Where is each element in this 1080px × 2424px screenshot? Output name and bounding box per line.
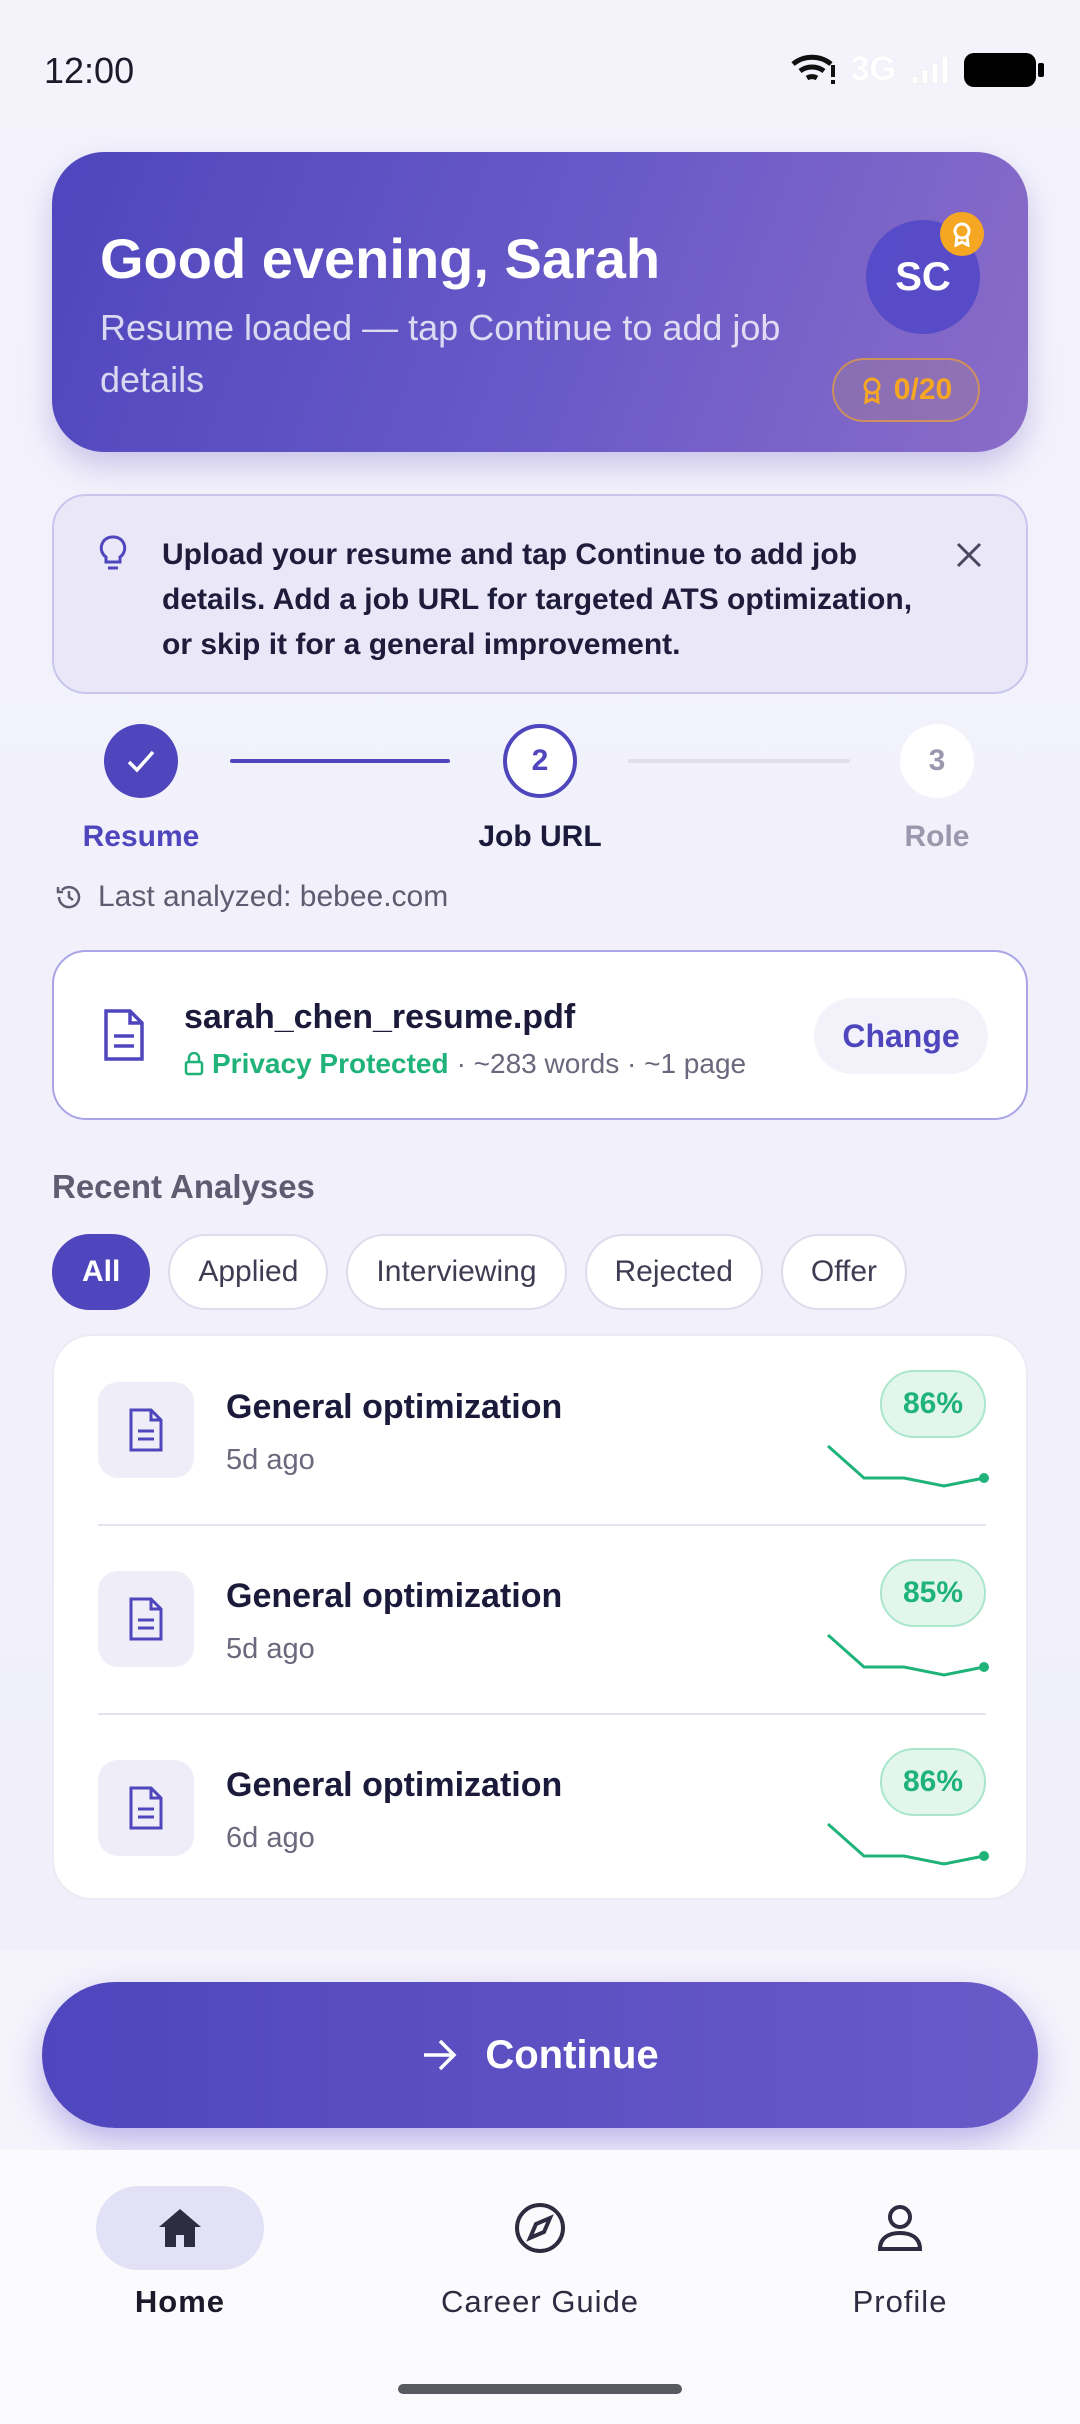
document-icon [104, 1009, 144, 1061]
lock-icon [184, 1052, 204, 1076]
history-icon [56, 885, 81, 909]
points-badge[interactable]: 0/20 [832, 358, 980, 422]
award-icon [863, 377, 881, 404]
privacy-label: Privacy Protected [212, 1048, 449, 1079]
recent-analyses-title: Recent Analyses [52, 1168, 315, 1205]
nav-label-career-guide: Career Guide [440, 2284, 640, 2319]
filter-chip-rejected[interactable]: Rejected [584, 1234, 763, 1310]
tip-banner: Upload your resume and tap Continue to a… [52, 494, 1028, 694]
document-icon [98, 1760, 194, 1856]
document-icon [98, 1571, 194, 1667]
compass-icon [456, 2186, 624, 2270]
home-screen: 12:00 3G Good evening, Sarah Resume load… [0, 0, 1080, 2424]
file-details: · ~283 words · ~1 page [456, 1048, 747, 1079]
step-role-upcoming[interactable]: 3 [900, 724, 974, 798]
person-icon [816, 2186, 984, 2270]
continue-button[interactable]: Continue [42, 1982, 1038, 2128]
progress-stepper: 2 3 Resume Job URL Role [0, 724, 1080, 864]
score-trend-sparkline [827, 1444, 989, 1488]
step-connector-pending [628, 759, 850, 763]
list-item[interactable]: General optimization 5d ago 86% [54, 1336, 1030, 1525]
nav-profile[interactable]: Profile [750, 2186, 1050, 2320]
tip-text: Upload your resume and tap Continue to a… [162, 538, 913, 661]
wifi-icon [791, 54, 835, 84]
score-badge: 86% [880, 1748, 986, 1816]
last-analyzed-text: Last analyzed: bebee.com [98, 880, 449, 913]
step-label-resume: Resume [82, 820, 200, 853]
resume-file-card: sarah_chen_resume.pdf Privacy Protected … [52, 950, 1028, 1120]
privacy-status: Privacy Protected [184, 1048, 449, 1080]
home-indicator [398, 2384, 682, 2394]
greeting-title: Good evening, Sarah [100, 227, 661, 290]
avatar[interactable]: SC [866, 212, 984, 334]
list-item[interactable]: General optimization 6d ago 86% [54, 1714, 1030, 1903]
analysis-title: General optimization [226, 1766, 563, 1804]
last-analyzed: Last analyzed: bebee.com [54, 880, 448, 914]
recent-analyses-list: General optimization 5d ago 86% General … [52, 1334, 1028, 1900]
list-item[interactable]: General optimization 5d ago 85% [54, 1525, 1030, 1714]
avatar-initials: SC [895, 254, 951, 299]
score-trend-sparkline [827, 1822, 989, 1866]
greeting-subtitle: Resume loaded — tap Continue to add job … [100, 307, 781, 400]
status-bar: 12:00 3G [0, 0, 1080, 140]
change-file-button[interactable]: Change [814, 998, 988, 1074]
filter-chip-interviewing[interactable]: Interviewing [346, 1234, 567, 1310]
network-type: 3G [850, 50, 896, 88]
step-resume-completed[interactable] [104, 724, 178, 798]
close-icon[interactable] [954, 540, 984, 570]
nav-career-guide[interactable]: Career Guide [390, 2186, 690, 2320]
check-icon [127, 750, 155, 773]
document-icon [98, 1382, 194, 1478]
filter-chip-offer[interactable]: Offer [780, 1234, 908, 1310]
step-job-url-current[interactable]: 2 [503, 724, 577, 798]
filter-chips: All Applied Interviewing Rejected Offer [52, 1234, 908, 1310]
points-value: 0/20 [893, 373, 953, 406]
analysis-age: 5d ago [226, 1444, 315, 1476]
filter-chip-all[interactable]: All [52, 1234, 151, 1310]
nav-home[interactable]: Home [30, 2186, 330, 2320]
signal-icon [911, 55, 949, 84]
status-time: 12:00 [44, 50, 135, 91]
filter-chip-applied[interactable]: Applied [168, 1234, 329, 1310]
score-trend-sparkline [827, 1633, 989, 1677]
home-icon [96, 2186, 264, 2270]
lightbulb-icon [99, 535, 127, 570]
analysis-title: General optimization [226, 1577, 563, 1615]
step-connector-complete [230, 759, 450, 763]
file-name: sarah_chen_resume.pdf [184, 998, 576, 1036]
greeting-card: Good evening, Sarah Resume loaded — tap … [52, 152, 1028, 452]
score-badge: 86% [880, 1370, 986, 1438]
step-label-role: Role [904, 820, 970, 853]
award-badge-icon [940, 212, 984, 256]
file-meta: Privacy Protected · ~283 words · ~1 page [184, 1048, 746, 1080]
analysis-age: 5d ago [226, 1633, 315, 1665]
analysis-title: General optimization [226, 1388, 563, 1426]
battery-icon [964, 52, 1044, 87]
arrow-right-icon [424, 2039, 457, 2071]
continue-label: Continue [485, 2032, 659, 2077]
score-badge: 85% [880, 1559, 986, 1627]
status-icons: 3G [791, 50, 1044, 89]
analysis-age: 6d ago [226, 1822, 315, 1854]
bottom-navigation: Home Career Guide Profile [0, 2150, 1080, 2424]
step-label-job-url: Job URL [478, 820, 602, 853]
nav-label-home: Home [134, 2284, 226, 2319]
nav-label-profile: Profile [852, 2284, 948, 2319]
